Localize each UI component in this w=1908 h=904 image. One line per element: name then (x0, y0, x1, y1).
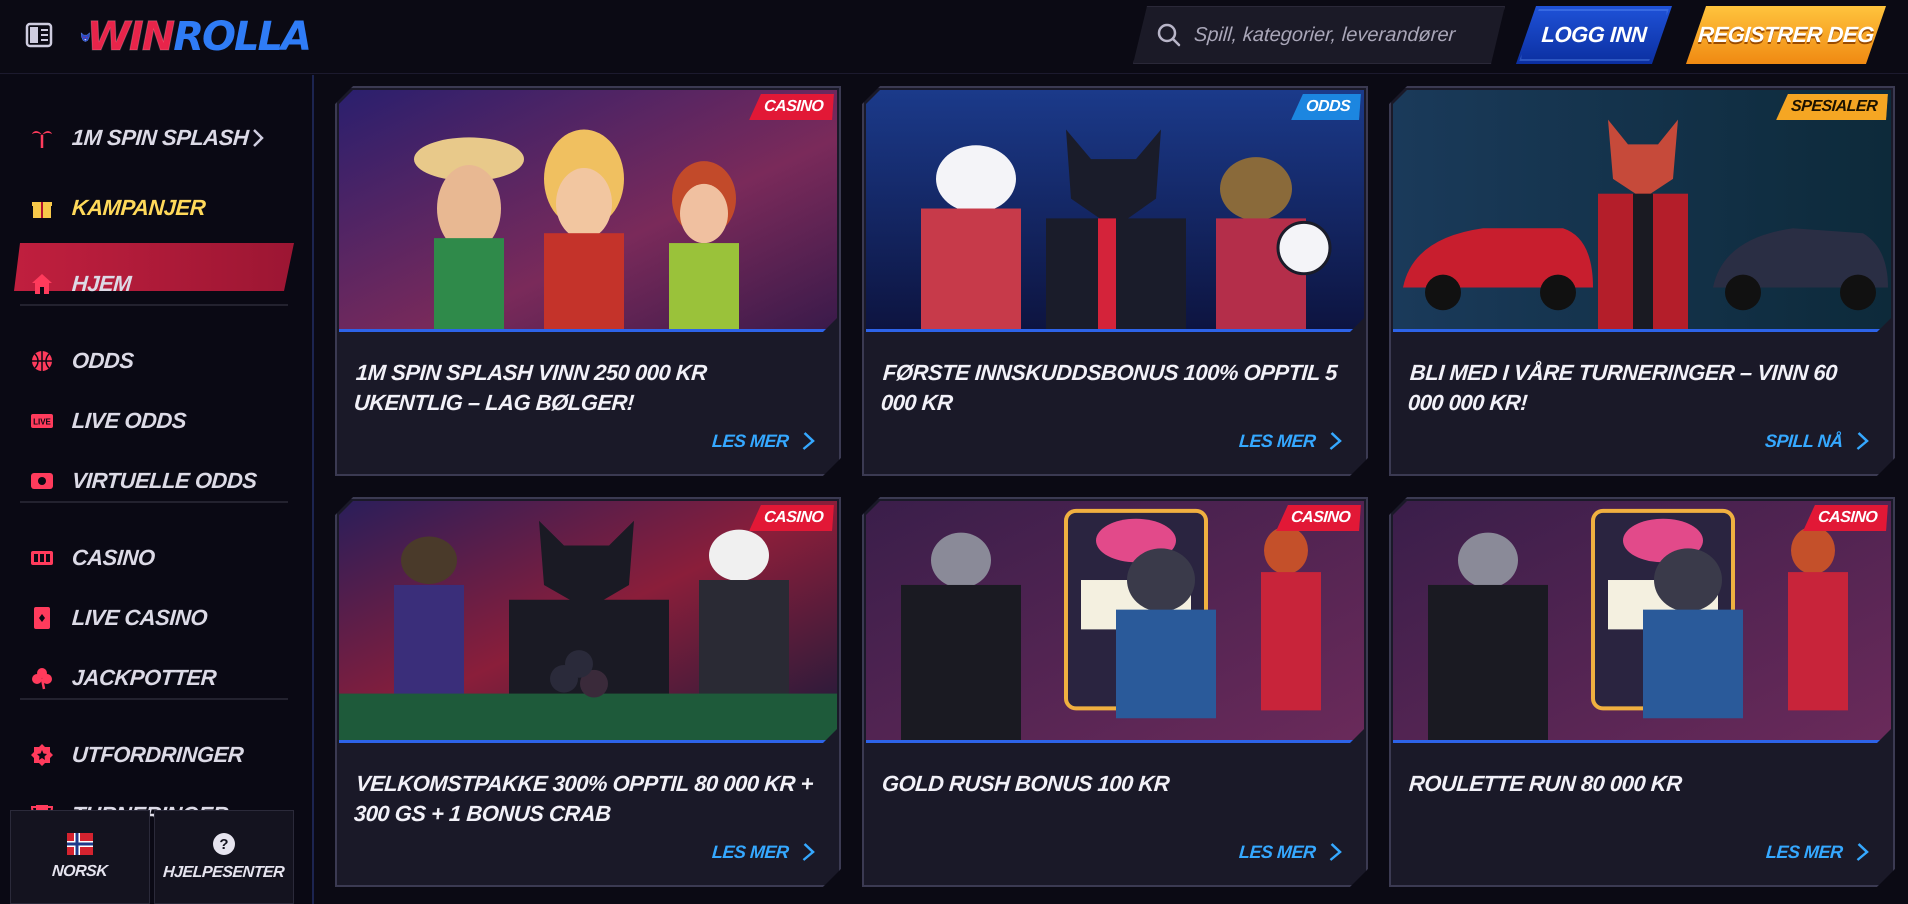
sidebar-item-live-casino[interactable]: LIVE CASINO (30, 598, 290, 638)
search-icon (1156, 22, 1182, 48)
chevron-right-icon (1854, 841, 1872, 863)
svg-text:LIVE: LIVE (33, 418, 51, 427)
promo-card-title: ROULETTE RUN 80 000 KR (1408, 771, 1683, 796)
play-now-label: SPILL NÅ (1764, 430, 1844, 451)
sidebar-toggle-icon[interactable] (24, 20, 54, 50)
card-icon (30, 606, 54, 630)
promo-card-title: GOLD RUSH BONUS 100 KR (881, 771, 1171, 796)
sidebar-item-1m-spin-splash[interactable]: 1M SPIN SPLASH (30, 118, 290, 158)
promo-card-image (866, 90, 1364, 332)
sidebar-item-odds[interactable]: ODDS (30, 341, 290, 381)
promo-card[interactable]: CASINO VELKOMSTPAKKE 300% OPPTIL 80 000 … (335, 497, 841, 887)
promo-card[interactable]: CASINO ROULETTE RUN 80 000 KR LES MER (1389, 497, 1895, 887)
language-selector[interactable]: NORSK (10, 810, 150, 904)
home-icon (30, 272, 54, 296)
sidebar-item-label: ODDS (71, 348, 135, 373)
sidebar-item-label: JACKPOTTER (71, 665, 218, 690)
sidebar-divider (20, 698, 288, 700)
read-more-label: LES MER (711, 430, 790, 451)
category-tag: ODDS (1291, 94, 1361, 120)
read-more-link[interactable]: LES MER (712, 430, 818, 452)
chevron-right-icon (1854, 430, 1872, 452)
chevron-right-icon (1327, 430, 1345, 452)
help-center-button[interactable]: ? HJELPESENTER (154, 810, 294, 904)
gift-icon (30, 196, 54, 220)
logo-rolla-text: ROLLA (173, 14, 312, 60)
sidebar-divider (20, 501, 288, 503)
promo-card-title: VELKOMSTPAKKE 300% OPPTIL 80 000 KR + 30… (353, 771, 814, 826)
promo-card-title: FØRSTE INNSKUDDSBONUS 100% OPPTIL 5 000 … (880, 360, 1338, 415)
sidebar-item-casino[interactable]: CASINO (30, 538, 290, 578)
promo-card-image (339, 90, 837, 332)
read-more-label: LES MER (711, 841, 790, 862)
sidebar-item-label: LIVE ODDS (71, 408, 187, 433)
norway-flag-icon (67, 833, 93, 855)
promo-card[interactable]: CASINO GOLD RUSH BONUS 100 KR LES MER (862, 497, 1368, 887)
read-more-link[interactable]: LES MER (1766, 841, 1872, 863)
sidebar-item-label: HJEM (71, 271, 133, 296)
chevron-right-icon (800, 841, 818, 863)
search-placeholder: Spill, kategorier, leverandører (1193, 23, 1457, 46)
promo-card-title: BLI MED I VÅRE TURNERINGER – VINN 60 000… (1407, 360, 1838, 415)
clover-icon (30, 666, 54, 690)
promo-card[interactable]: SPESIALER BLI MED I VÅRE TURNERINGER – V… (1389, 86, 1895, 476)
sidebar-item-live-odds[interactable]: LIVE LIVE ODDS (30, 401, 290, 441)
chevron-right-icon (1327, 841, 1345, 863)
category-tag: CASINO (1276, 505, 1361, 531)
sidebar-item-label: KAMPANJER (71, 195, 207, 220)
promo-card-title: 1M SPIN SPLASH VINN 250 000 KR UKENTLIG … (353, 360, 708, 415)
top-header: WINROLLA Spill, kategorier, leverandører… (0, 0, 1908, 74)
slot-icon (30, 546, 54, 570)
read-more-link[interactable]: LES MER (1239, 430, 1345, 452)
search-input[interactable]: Spill, kategorier, leverandører (1133, 6, 1505, 64)
sidebar-item-utfordringer[interactable]: UTFORDRINGER (30, 735, 290, 775)
sidebar-item-label: UTFORDRINGER (71, 742, 245, 767)
login-button[interactable]: LOGG INN (1516, 6, 1672, 64)
category-tag: CASINO (749, 94, 834, 120)
sidebar-item-label: VIRTUELLE ODDS (71, 468, 258, 493)
sidebar-item-hjem[interactable]: HJEM (30, 264, 290, 304)
register-button[interactable]: REGISTRER DEG (1686, 6, 1886, 64)
promo-card-image (1393, 90, 1891, 332)
promo-card-image (1393, 501, 1891, 743)
sidebar-item-label: 1M SPIN SPLASH (71, 125, 250, 150)
palm-icon (30, 126, 54, 150)
sidebar-item-label: LIVE CASINO (71, 605, 208, 630)
logo-win-text: WIN (86, 14, 176, 61)
promo-card-image (866, 501, 1364, 743)
help-label: HJELPESENTER (162, 864, 286, 881)
svg-text:?: ? (219, 836, 228, 853)
virtual-icon (30, 469, 54, 493)
badge-icon (30, 743, 54, 767)
read-more-link[interactable]: LES MER (712, 841, 818, 863)
basketball-icon (30, 349, 54, 373)
promo-card-image (339, 501, 837, 743)
sidebar-item-virtuelle-odds[interactable]: VIRTUELLE ODDS (30, 461, 290, 501)
read-more-link[interactable]: LES MER (1239, 841, 1345, 863)
promo-card[interactable]: ODDS FØRSTE INNSKUDDSBONUS 100% OPPTIL 5… (862, 86, 1368, 476)
winrolla-logo[interactable]: WINROLLA (80, 8, 312, 66)
category-tag: CASINO (749, 505, 834, 531)
sidebar-item-label: CASINO (71, 545, 156, 570)
read-more-label: LES MER (1765, 841, 1844, 862)
category-tag: SPESIALER (1776, 94, 1888, 120)
help-icon: ? (213, 833, 235, 855)
play-now-link[interactable]: SPILL NÅ (1765, 430, 1872, 452)
sidebar-divider (20, 304, 288, 306)
sidebar-item-kampanjer[interactable]: KAMPANJER (30, 188, 290, 228)
sidebar-item-jackpotter[interactable]: JACKPOTTER (30, 658, 290, 698)
language-label: NORSK (51, 863, 109, 880)
chevron-right-icon (800, 430, 818, 452)
category-tag: CASINO (1803, 505, 1888, 531)
sidebar: 1M SPIN SPLASH KAMPANJER HJEM ODDS LIVE … (0, 75, 314, 904)
live-icon: LIVE (30, 409, 54, 433)
promo-card[interactable]: CASINO 1M SPIN SPLASH VINN 250 000 KR UK… (335, 86, 841, 476)
read-more-label: LES MER (1238, 430, 1317, 451)
chevron-right-icon[interactable] (248, 124, 268, 152)
read-more-label: LES MER (1238, 841, 1317, 862)
